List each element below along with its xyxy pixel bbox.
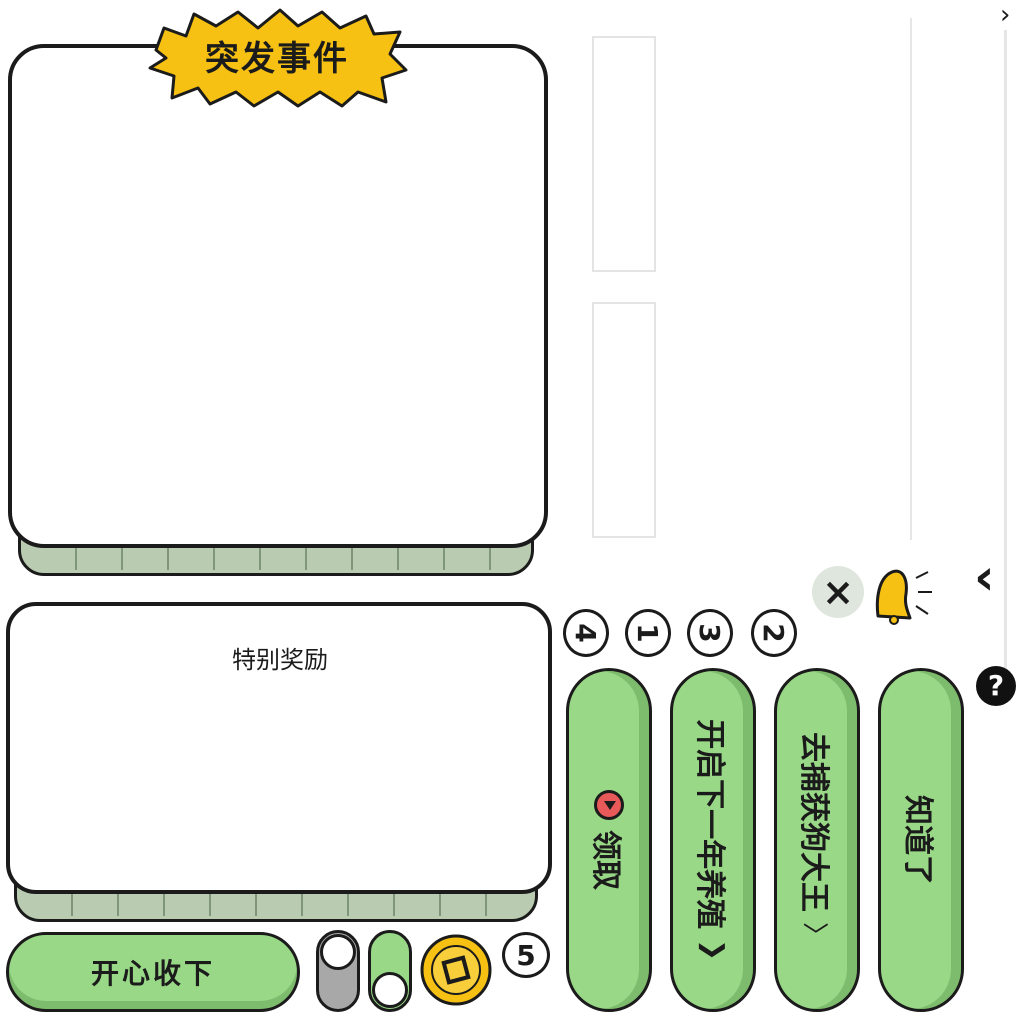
close-button[interactable]: × <box>812 566 864 618</box>
toggle-switch-on[interactable] <box>368 930 412 1012</box>
number-badge-5: 5 <box>502 932 550 978</box>
record-icon <box>594 790 624 820</box>
got-it-label: 知道了 <box>900 795 935 885</box>
number-badge-4: 4 <box>563 609 609 657</box>
ringing-bell-icon[interactable] <box>868 564 938 626</box>
divider-line <box>910 18 912 540</box>
help-icon: ? <box>987 669 1005 702</box>
chevron-right-icon: 〉 <box>799 921 830 949</box>
item-slot-bottom <box>592 302 656 538</box>
claim-label: 领取 <box>588 830 623 890</box>
help-button[interactable]: ? <box>976 666 1016 706</box>
event-title: 突发事件 <box>205 38 349 79</box>
scroll-rail[interactable] <box>1004 30 1007 670</box>
back-icon[interactable]: ‹ <box>974 552 995 602</box>
close-icon: × <box>822 570 854 614</box>
event-panel <box>8 44 548 548</box>
item-slot-top <box>592 36 656 272</box>
catch-king-button[interactable]: 去捕获狗大王 〉 <box>774 668 860 1012</box>
chevron-down-icon: ❯ <box>698 939 728 961</box>
toggle-switch-off[interactable] <box>316 930 360 1012</box>
number-badge-3: 3 <box>687 609 733 657</box>
happy-accept-button[interactable]: 开心收下 <box>6 932 300 1012</box>
catch-king-label: 去捕获狗大王 <box>796 731 831 912</box>
claim-button[interactable]: 领取 <box>566 668 652 1012</box>
forward-icon[interactable]: › <box>1000 0 1010 30</box>
next-year-button[interactable]: 开启下一年养殖 ❯ <box>670 668 756 1012</box>
number-badge-2: 2 <box>751 609 797 657</box>
reward-title: 特别奖励 <box>232 646 328 674</box>
next-year-label: 开启下一年养殖 <box>692 719 727 930</box>
coin-icon[interactable] <box>418 932 494 1008</box>
happy-accept-label: 开心收下 <box>90 957 215 990</box>
got-it-button[interactable]: 知道了 <box>878 668 964 1012</box>
number-badge-1: 1 <box>625 609 671 657</box>
